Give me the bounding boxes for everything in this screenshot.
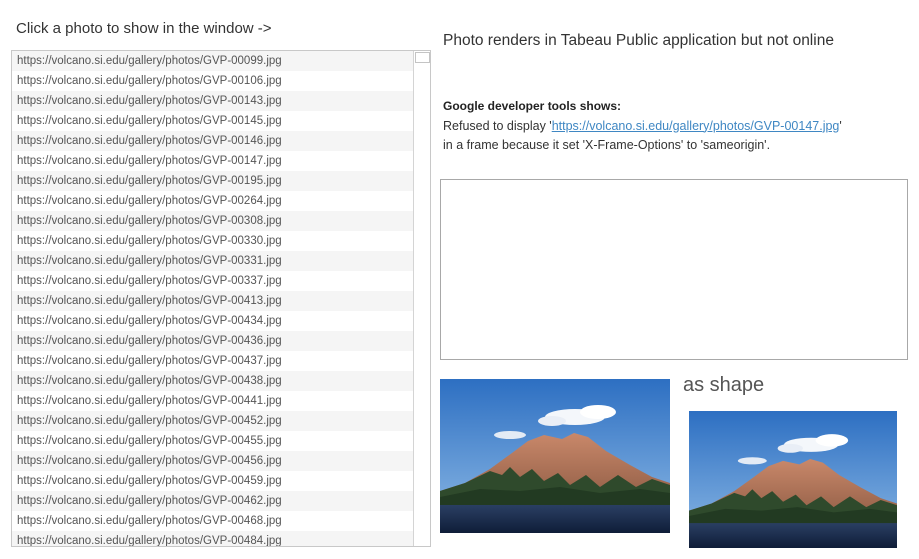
url-list-item[interactable]: https://volcano.si.edu/gallery/photos/GV…: [12, 511, 414, 531]
url-list-item[interactable]: https://volcano.si.edu/gallery/photos/GV…: [12, 351, 414, 371]
url-list-item[interactable]: https://volcano.si.edu/gallery/photos/GV…: [12, 251, 414, 271]
devtools-heading: Google developer tools shows:: [443, 99, 622, 113]
url-list-item[interactable]: https://volcano.si.edu/gallery/photos/GV…: [12, 231, 414, 251]
devtools-line-2: in a frame because it set 'X-Frame-Optio…: [443, 138, 771, 152]
volcano-photo-shape: [689, 411, 897, 548]
scrollbar[interactable]: [413, 51, 430, 546]
url-list-item[interactable]: https://volcano.si.edu/gallery/photos/GV…: [12, 211, 414, 231]
url-list-item[interactable]: https://volcano.si.edu/gallery/photos/GV…: [12, 71, 414, 91]
web-page-frame[interactable]: [440, 179, 908, 360]
devtools-line-1: Refused to display 'https://volcano.si.e…: [443, 117, 913, 137]
url-list-item[interactable]: https://volcano.si.edu/gallery/photos/GV…: [12, 471, 414, 491]
url-list-item[interactable]: https://volcano.si.edu/gallery/photos/GV…: [12, 111, 414, 131]
devtools-quote: ': [839, 118, 842, 133]
url-list-item[interactable]: https://volcano.si.edu/gallery/photos/GV…: [12, 131, 414, 151]
url-list-item[interactable]: https://volcano.si.edu/gallery/photos/GV…: [12, 291, 414, 311]
photo-link[interactable]: https://volcano.si.edu/gallery/photos/GV…: [552, 119, 840, 133]
url-list-item[interactable]: https://volcano.si.edu/gallery/photos/GV…: [12, 311, 414, 331]
devtools-message: Google developer tools shows: Refused to…: [443, 97, 913, 156]
volcano-image: [440, 379, 670, 533]
url-list-item[interactable]: https://volcano.si.edu/gallery/photos/GV…: [12, 431, 414, 451]
url-list-item[interactable]: https://volcano.si.edu/gallery/photos/GV…: [12, 171, 414, 191]
shape-label: as shape: [683, 374, 765, 396]
url-list-item[interactable]: https://volcano.si.edu/gallery/photos/GV…: [12, 51, 414, 71]
page-heading: Photo renders in Tabeau Public applicati…: [443, 32, 834, 49]
url-list[interactable]: https://volcano.si.edu/gallery/photos/GV…: [11, 50, 431, 547]
devtools-prefix: Refused to display ': [443, 118, 552, 133]
url-list-item[interactable]: https://volcano.si.edu/gallery/photos/GV…: [12, 411, 414, 431]
url-list-item[interactable]: https://volcano.si.edu/gallery/photos/GV…: [12, 151, 414, 171]
volcano-shape-image: [689, 411, 897, 548]
url-list-title: Click a photo to show in the window ->: [16, 20, 272, 37]
url-list-item[interactable]: https://volcano.si.edu/gallery/photos/GV…: [12, 91, 414, 111]
url-list-item[interactable]: https://volcano.si.edu/gallery/photos/GV…: [12, 371, 414, 391]
url-list-item[interactable]: https://volcano.si.edu/gallery/photos/GV…: [12, 391, 414, 411]
url-rows: https://volcano.si.edu/gallery/photos/GV…: [12, 51, 414, 546]
url-list-item[interactable]: https://volcano.si.edu/gallery/photos/GV…: [12, 271, 414, 291]
url-list-item[interactable]: https://volcano.si.edu/gallery/photos/GV…: [12, 531, 414, 546]
url-list-item[interactable]: https://volcano.si.edu/gallery/photos/GV…: [12, 331, 414, 351]
url-list-item[interactable]: https://volcano.si.edu/gallery/photos/GV…: [12, 191, 414, 211]
url-list-item[interactable]: https://volcano.si.edu/gallery/photos/GV…: [12, 491, 414, 511]
volcano-photo: [440, 379, 670, 533]
scrollbar-thumb[interactable]: [415, 52, 430, 63]
url-list-item[interactable]: https://volcano.si.edu/gallery/photos/GV…: [12, 451, 414, 471]
